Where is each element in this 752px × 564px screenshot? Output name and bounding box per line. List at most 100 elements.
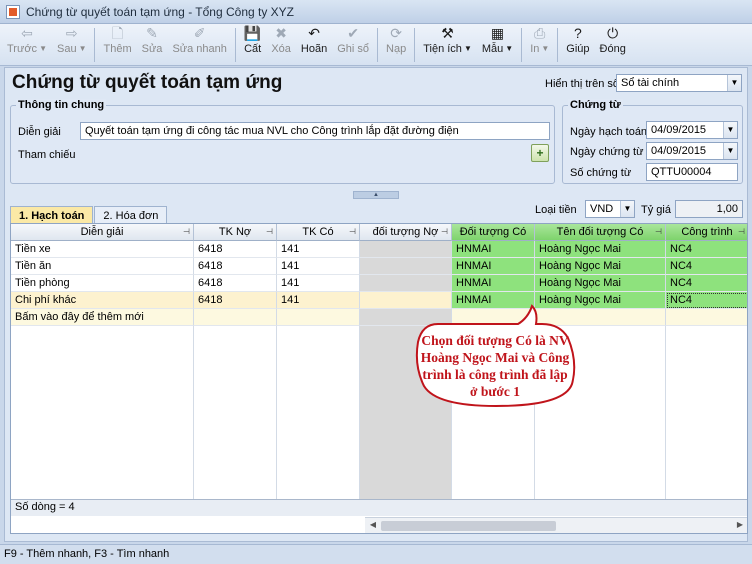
- toolbar-button-quick-edit[interactable]: ✐ Sửa nhanh: [167, 24, 231, 64]
- scroll-thumb[interactable]: [381, 521, 556, 531]
- toolbar-button-save[interactable]: 💾 Cất: [239, 24, 266, 64]
- chevron-down-icon[interactable]: ▼: [39, 44, 47, 53]
- toolbar-button-label: Tiện ích: [423, 43, 462, 55]
- toolbar-button-reload[interactable]: ⟳ Nạp: [381, 24, 411, 64]
- toolbar-button-print[interactable]: ⎙ In ▼: [525, 24, 554, 64]
- column-header[interactable]: TK Nợ ⊣: [194, 224, 277, 241]
- toolbar-button-delete[interactable]: ✖ Xóa: [266, 24, 296, 64]
- display-on-book-value: Sổ tài chính: [621, 77, 680, 89]
- grid-cell[interactable]: NC4: [666, 258, 747, 275]
- chevron-down-icon[interactable]: ▼: [541, 44, 549, 53]
- toolbar-button-arrow-right[interactable]: ⇨ Sau ▼: [52, 24, 92, 64]
- grid-cell[interactable]: [360, 275, 452, 292]
- column-header[interactable]: Diễn giải ⊣: [11, 224, 194, 241]
- pin-icon[interactable]: ⊣: [349, 224, 356, 240]
- column-header-label: Diễn giải: [80, 226, 124, 238]
- collapse-splitter-icon[interactable]: ▲: [353, 191, 399, 199]
- chevron-down-icon[interactable]: ▼: [79, 44, 87, 53]
- arrow-right-icon: ⇨: [65, 25, 78, 41]
- template-icon: ▦: [490, 25, 505, 41]
- chevron-down-icon[interactable]: ▼: [620, 201, 634, 217]
- callout-text: Chọn đối tượng Có là NV Hoàng Ngọc Mai v…: [420, 333, 570, 399]
- toolbar-button-close[interactable]: ⏻ Đóng: [595, 24, 631, 64]
- close-icon: ⏻: [607, 25, 619, 41]
- column-header-label: Công trình: [681, 226, 733, 238]
- toolbar-button-add-doc[interactable]: 🗋 Thêm: [98, 24, 136, 64]
- grid-cell[interactable]: Tiền ăn: [11, 258, 194, 275]
- column-header[interactable]: Tên đối tượng Có ⊣: [535, 224, 666, 241]
- utilities-icon: ⚒: [441, 25, 454, 41]
- reload-icon: ⟳: [390, 25, 402, 41]
- scroll-right-icon[interactable]: ▶: [734, 520, 746, 529]
- grid-cell[interactable]: Hoàng Ngọc Mai: [535, 241, 666, 258]
- grid-cell[interactable]: 6418: [194, 258, 277, 275]
- arrow-left-icon: ⇦: [21, 25, 33, 41]
- posting-date-value: 04/09/2015: [651, 124, 707, 136]
- grid-cell[interactable]: NC4: [666, 275, 747, 292]
- pin-icon[interactable]: ⊣: [655, 224, 662, 240]
- delete-icon: ✖: [275, 25, 287, 41]
- grid-cell[interactable]: HNMAI: [452, 275, 535, 292]
- toolbar-button-arrow-left[interactable]: ⇦ Trước ▼: [2, 24, 52, 64]
- add-reference-icon[interactable]: +: [531, 144, 549, 162]
- pin-icon[interactable]: ⊣: [183, 224, 190, 240]
- grid-cell[interactable]: 6418: [194, 275, 277, 292]
- horizontal-scrollbar[interactable]: ◀ ▶: [365, 517, 747, 533]
- currency-select[interactable]: VND ▼: [585, 200, 635, 218]
- add-row-cell[interactable]: [194, 309, 277, 326]
- currency-value: VND: [590, 203, 614, 215]
- toolbar-button-post[interactable]: ✔ Ghi sổ: [332, 24, 374, 64]
- toolbar-button-template[interactable]: ▦ Mẫu ▼: [477, 24, 518, 64]
- toolbar-separator: [377, 28, 379, 62]
- window-title: Chứng từ quyết toán tạm ứng - Tổng Công …: [26, 4, 295, 19]
- accounting-grid: Số dòng = 4 ◀ ▶ Diễn giải ⊣ TK Nợ ⊣ TK Có ⊣ đố…: [10, 223, 748, 534]
- calendar-dropdown-icon[interactable]: ▼: [723, 143, 737, 159]
- voucher-number-input[interactable]: QTTU00004: [646, 163, 738, 181]
- description-input[interactable]: Quyết toán tạm ứng đi công tác mua NVL c…: [80, 122, 550, 140]
- grid-cell[interactable]: [360, 241, 452, 258]
- pin-icon[interactable]: ⊣: [441, 224, 448, 240]
- toolbar-button-help[interactable]: ? Giúp: [561, 24, 594, 64]
- add-row-prompt[interactable]: Bấm vào đây để thêm mới: [11, 309, 194, 326]
- grid-cell[interactable]: Chi phí khác: [11, 292, 194, 309]
- posting-date-input[interactable]: 04/09/2015 ▼: [646, 121, 738, 139]
- voucher-date-input[interactable]: 04/09/2015 ▼: [646, 142, 738, 160]
- description-label: Diễn giải: [18, 126, 61, 138]
- column-header[interactable]: Công trình ⊣: [666, 224, 747, 241]
- column-header[interactable]: Đối tượng Có: [452, 224, 535, 241]
- pin-icon[interactable]: ⊣: [266, 224, 273, 240]
- exchange-rate-input[interactable]: 1,00: [675, 200, 743, 218]
- chevron-down-icon[interactable]: ▼: [505, 44, 513, 53]
- column-header[interactable]: TK Có ⊣: [277, 224, 360, 241]
- grid-cell[interactable]: [360, 258, 452, 275]
- add-row-cell[interactable]: [277, 309, 360, 326]
- grid-cell[interactable]: NC4: [666, 292, 747, 309]
- grid-cell[interactable]: Hoàng Ngọc Mai: [535, 258, 666, 275]
- grid-cell[interactable]: HNMAI: [452, 241, 535, 258]
- grid-cell[interactable]: 6418: [194, 292, 277, 309]
- grid-cell[interactable]: NC4: [666, 241, 747, 258]
- grid-cell[interactable]: 141: [277, 258, 360, 275]
- grid-cell[interactable]: HNMAI: [452, 258, 535, 275]
- column-header[interactable]: đối tượng Nợ ⊣: [360, 224, 452, 241]
- grid-cell[interactable]: Tiền phòng: [11, 275, 194, 292]
- grid-cell[interactable]: Hoàng Ngọc Mai: [535, 275, 666, 292]
- grid-cell[interactable]: 141: [277, 275, 360, 292]
- general-info-title: Thông tin chung: [16, 99, 107, 111]
- add-row-cell[interactable]: [666, 309, 747, 326]
- grid-cell[interactable]: Tiền xe: [11, 241, 194, 258]
- chevron-down-icon[interactable]: ▼: [727, 75, 741, 91]
- toolbar-button-utilities[interactable]: ⚒ Tiện ích ▼: [418, 24, 477, 64]
- grid-cell[interactable]: 141: [277, 292, 360, 309]
- grid-cell[interactable]: 6418: [194, 241, 277, 258]
- pin-icon[interactable]: ⊣: [738, 224, 745, 240]
- toolbar: ⇦ Trước ▼ ⇨ Sau ▼ 🗋 Thêm ✎ Sửa ✐ Sửa nhanh 💾 Cất ✖ Xóa ↶…: [0, 24, 752, 66]
- toolbar-button-edit[interactable]: ✎ Sửa: [137, 24, 168, 64]
- scroll-left-icon[interactable]: ◀: [367, 520, 379, 529]
- calendar-dropdown-icon[interactable]: ▼: [723, 122, 737, 138]
- grid-cell[interactable]: 141: [277, 241, 360, 258]
- toolbar-separator: [521, 28, 523, 62]
- display-on-book-select[interactable]: Sổ tài chính ▼: [616, 74, 742, 92]
- toolbar-button-undo[interactable]: ↶ Hoãn: [296, 24, 332, 64]
- chevron-down-icon[interactable]: ▼: [464, 44, 472, 53]
